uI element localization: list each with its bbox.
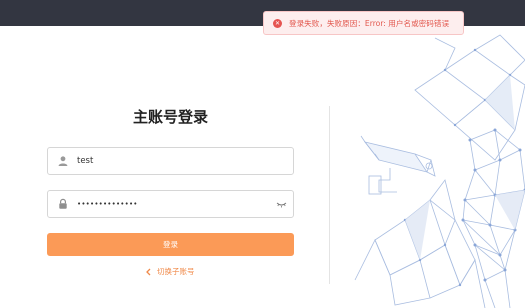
divider — [329, 106, 330, 284]
user-icon — [58, 156, 68, 166]
password-value: •••••••••••••• — [77, 200, 138, 208]
switch-link-label: 切换子账号 — [157, 267, 195, 276]
error-x-icon: ✕ — [273, 18, 282, 28]
eye-closed-icon[interactable] — [276, 200, 287, 209]
chevron-left-icon — [146, 268, 151, 275]
username-value: test — [77, 156, 94, 166]
password-field[interactable]: •••••••••••••• — [47, 190, 294, 218]
security-camera-face-illustration — [354, 34, 525, 308]
login-button[interactable]: 登录 — [47, 233, 294, 256]
page-title: 主账号登录 — [132, 108, 208, 126]
username-field[interactable]: test — [47, 147, 294, 175]
switch-subaccount-link[interactable]: 切换子账号 — [145, 266, 195, 277]
lock-icon — [59, 198, 67, 209]
toast-message: 登录失败，失败原因：Error: 用户名或密码错误 — [289, 18, 450, 28]
